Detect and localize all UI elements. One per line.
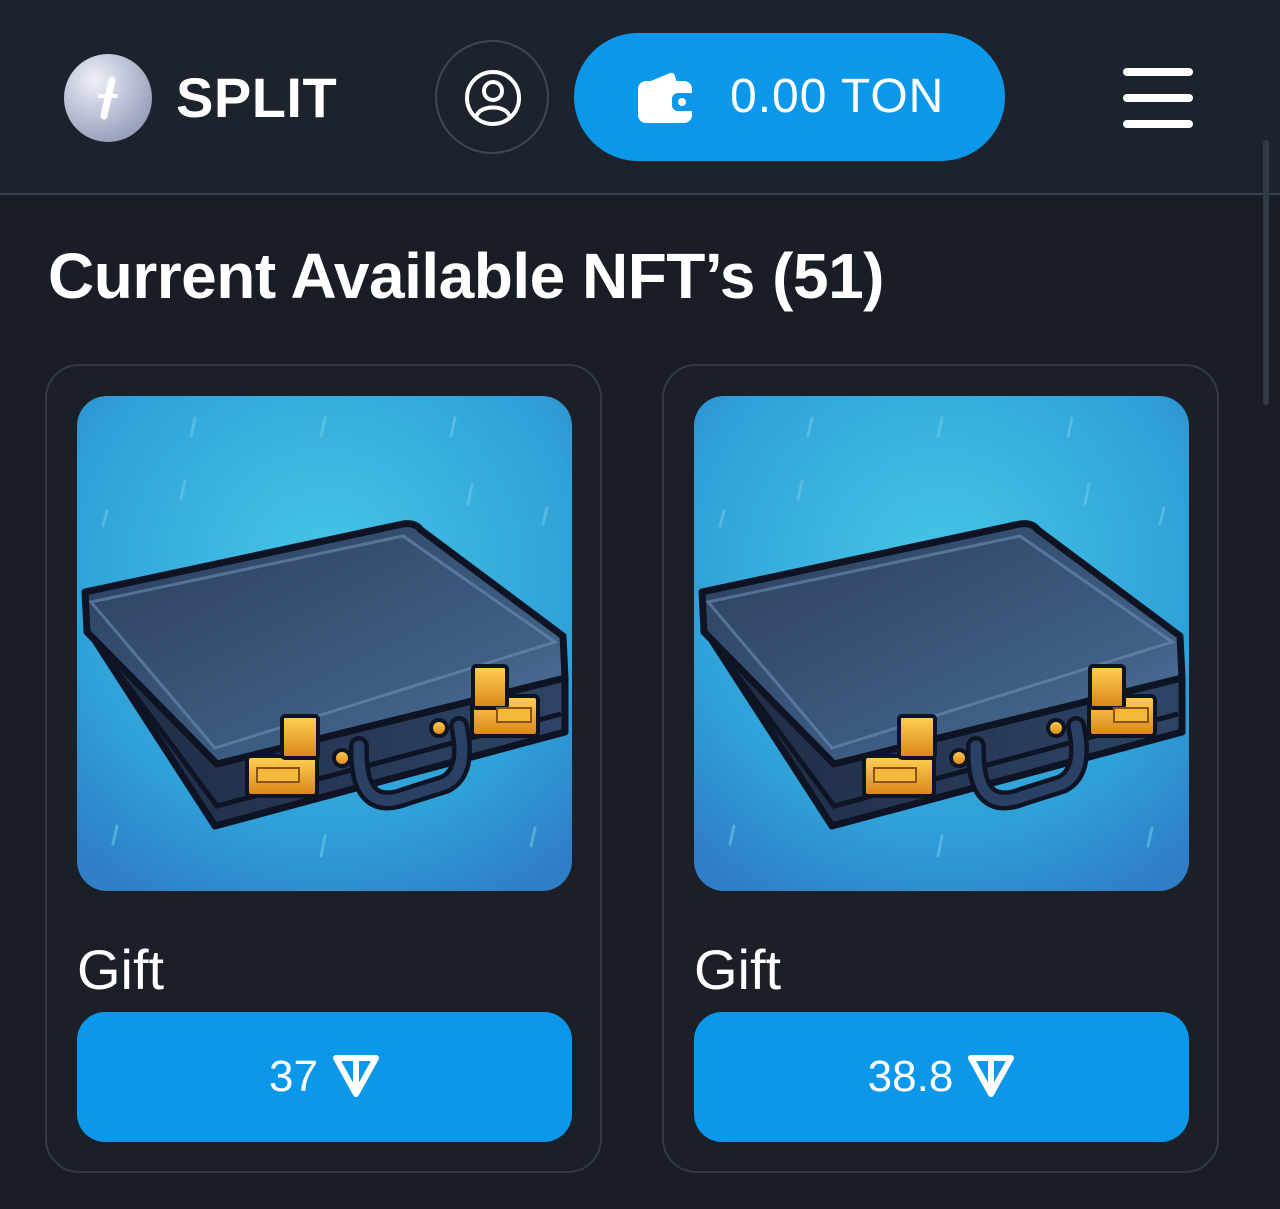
wallet-balance-amount: 0.00 TON (730, 70, 945, 123)
price-value: 38.8 (867, 1052, 954, 1101)
nft-image-briefcase[interactable] (694, 396, 1189, 891)
nft-name: Gift (77, 938, 165, 1001)
nft-image-briefcase[interactable] (77, 396, 572, 891)
brand-name: SPLIT (176, 66, 338, 129)
buy-button[interactable]: 38.8 (694, 1012, 1189, 1142)
nft-card[interactable]: Gift 38.8 (662, 364, 1219, 1173)
nft-name: Gift (694, 938, 782, 1001)
hamburger-menu-icon[interactable] (1118, 64, 1198, 132)
wallet-icon (638, 72, 696, 123)
ton-icon (968, 1055, 1015, 1098)
top-bar: SPLIT 0.00 TON (0, 0, 1280, 195)
nft-card[interactable]: Gift 37 (45, 364, 602, 1173)
page-title: Current Available NFT’s (51) (48, 240, 884, 312)
scrollbar[interactable] (1263, 140, 1269, 405)
user-icon (465, 70, 521, 126)
split-logo-icon[interactable] (64, 54, 152, 142)
buy-button[interactable]: 37 (77, 1012, 572, 1142)
price-value: 37 (269, 1052, 318, 1101)
ton-icon (332, 1055, 379, 1098)
profile-button[interactable] (435, 40, 549, 154)
wallet-balance-button[interactable]: 0.00 TON (574, 33, 1005, 161)
